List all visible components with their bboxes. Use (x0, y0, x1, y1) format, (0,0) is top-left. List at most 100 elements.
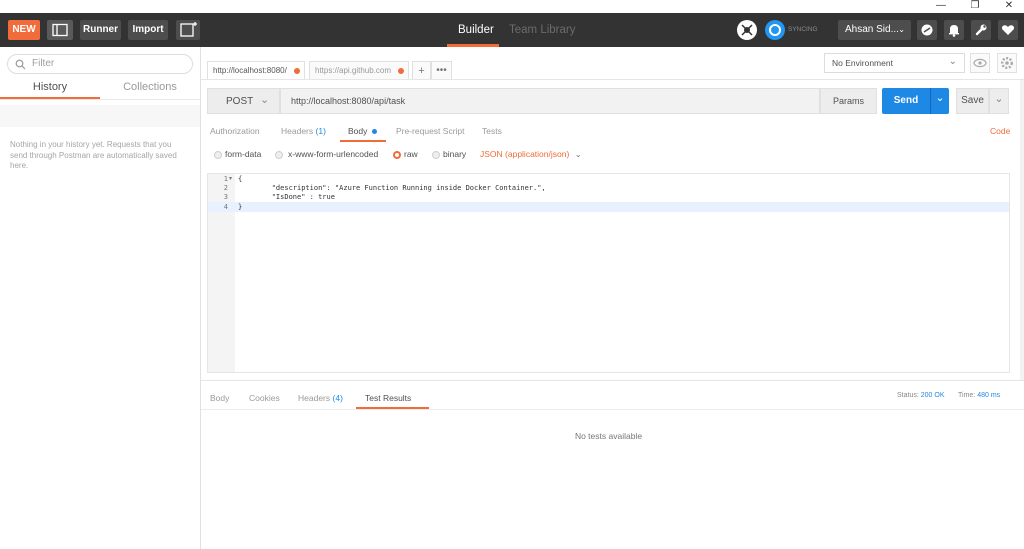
url-input[interactable]: http://localhost:8080/api/task (280, 88, 820, 114)
response-tab-body[interactable]: Body (210, 393, 229, 403)
favorites-button[interactable] (998, 20, 1018, 40)
main-panel: http://localhost:8080/ https://api.githu… (201, 47, 1024, 549)
more-icon: ••• (436, 65, 447, 76)
new-window-button[interactable] (176, 20, 200, 40)
interceptor-button[interactable] (737, 20, 757, 40)
sidebar-toggle-icon (52, 23, 68, 37)
urlencoded-label: x-www-form-urlencoded (288, 149, 379, 159)
satellite-icon (921, 24, 933, 36)
no-tests-message: No tests available (574, 431, 643, 441)
tab-tests[interactable]: Tests (482, 124, 502, 140)
tab-body[interactable]: Body (348, 124, 377, 140)
radio-binary[interactable] (432, 151, 440, 159)
unsaved-dot-icon (294, 68, 300, 74)
response-status: Status: 200 OK (897, 392, 945, 399)
response-tabs-divider (201, 409, 1024, 410)
search-icon (15, 59, 26, 70)
tab-authorization[interactable]: Authorization (210, 124, 260, 140)
chevron-down-icon: ⌄ (260, 94, 270, 106)
content-type-select[interactable]: JSON (application/json) ⌄ (480, 149, 582, 160)
generate-code-link[interactable]: Code (990, 124, 1010, 140)
radio-urlencoded[interactable] (275, 151, 283, 159)
gear-icon (1000, 56, 1014, 70)
line-number: 4 (223, 203, 228, 211)
tab-pre-request-script[interactable]: Pre-request Script (396, 124, 465, 140)
search-input[interactable]: Filter (32, 58, 54, 69)
manage-environments-button[interactable] (997, 53, 1017, 73)
settings-button[interactable] (971, 20, 991, 40)
response-divider (201, 380, 1024, 381)
response-tab-cookies[interactable]: Cookies (249, 393, 280, 403)
sync-status-button[interactable] (765, 20, 785, 40)
response-headers-label: Headers (298, 393, 331, 403)
request-tab-1[interactable]: http://localhost:8080/ (207, 61, 305, 79)
environment-quick-look-button[interactable] (970, 53, 990, 73)
eye-icon (973, 58, 987, 68)
interceptor-icon (741, 24, 753, 36)
bell-icon (949, 25, 959, 37)
method-select[interactable]: POST ⌄ (207, 88, 280, 114)
send-options-button[interactable]: ⌄ (930, 88, 949, 114)
params-button[interactable]: Params (820, 88, 877, 114)
save-options-button[interactable]: ⌄ (989, 88, 1009, 114)
main-scrollbar[interactable] (1020, 80, 1024, 380)
body-indicator-dot (371, 129, 377, 134)
sync-icon (769, 24, 781, 36)
radio-raw[interactable] (393, 151, 401, 159)
content-type-value: JSON (application/json) (480, 149, 570, 159)
tab-options-button[interactable]: ••• (431, 61, 452, 79)
divider (0, 99, 200, 100)
raw-label: raw (404, 149, 418, 159)
window-title-bar: — ❐ ✕ (0, 0, 1024, 13)
body-active-indicator (340, 140, 386, 142)
request-tab-label: http://localhost:8080/ (213, 66, 287, 75)
response-tab-headers[interactable]: Headers (4) (298, 393, 343, 403)
environment-select[interactable]: No Environment ⌄ (824, 53, 965, 73)
binary-label: binary (443, 149, 467, 159)
line-number: 2 (223, 184, 228, 192)
chevron-down-icon: ⌄ (574, 149, 582, 159)
code-line: "IsDone" : true (238, 193, 335, 201)
line-number: 3 (223, 193, 228, 201)
response-headers-count: (4) (332, 393, 343, 403)
chevron-down-icon: ⌄ (935, 92, 945, 104)
maximize-button[interactable]: ❐ (960, 0, 990, 13)
notifications-button[interactable] (944, 20, 964, 40)
history-header-row (0, 105, 200, 127)
sidebar: Filter History Collections Nothing in yo… (0, 47, 201, 549)
tab-builder[interactable]: Builder (458, 13, 494, 47)
runner-button[interactable]: Runner (80, 20, 121, 40)
chevron-down-icon: ⌄ (898, 25, 905, 34)
tab-body-label: Body (348, 126, 368, 136)
tab-headers[interactable]: Headers (1) (281, 124, 326, 140)
add-tab-button[interactable]: + (412, 61, 431, 79)
satellite-button[interactable] (917, 20, 937, 40)
fold-arrow-icon[interactable]: ▾ (229, 175, 232, 182)
heart-icon (1001, 25, 1015, 35)
status-value: 200 OK (920, 392, 945, 399)
tab-collections[interactable]: Collections (100, 80, 200, 100)
form-data-label: form-data (225, 149, 262, 159)
send-button[interactable]: Send (882, 88, 930, 114)
sync-status-label: SYNCING (788, 26, 818, 33)
status-label: Status: (897, 392, 919, 399)
new-button[interactable]: NEW (8, 20, 40, 40)
tab-team-library[interactable]: Team Library (509, 13, 575, 47)
sidebar-toggle-button[interactable] (47, 20, 73, 40)
minimize-button[interactable]: — (926, 0, 956, 13)
request-tab-2[interactable]: https://api.github.com (309, 61, 409, 79)
save-button[interactable]: Save (956, 88, 989, 114)
code-line: "description": "Azure Function Running i… (238, 184, 546, 192)
chevron-down-icon: ⌄ (948, 56, 957, 67)
sidebar-search-box[interactable]: Filter (7, 54, 193, 74)
line-number: 1 (223, 175, 228, 183)
chevron-down-icon: ⌄ (994, 93, 1004, 105)
radio-form-data[interactable] (214, 151, 222, 159)
tab-headers-label: Headers (281, 126, 314, 136)
body-editor[interactable]: 1 ▾ 2 3 4 { "description": "Azure Functi… (207, 173, 1010, 373)
close-button[interactable]: ✕ (994, 0, 1024, 13)
user-menu[interactable]: Ahsan Sid... ⌄ (838, 20, 911, 40)
response-tab-test-results[interactable]: Test Results (365, 393, 411, 403)
import-button[interactable]: Import (128, 20, 168, 40)
plus-icon: + (418, 65, 425, 77)
